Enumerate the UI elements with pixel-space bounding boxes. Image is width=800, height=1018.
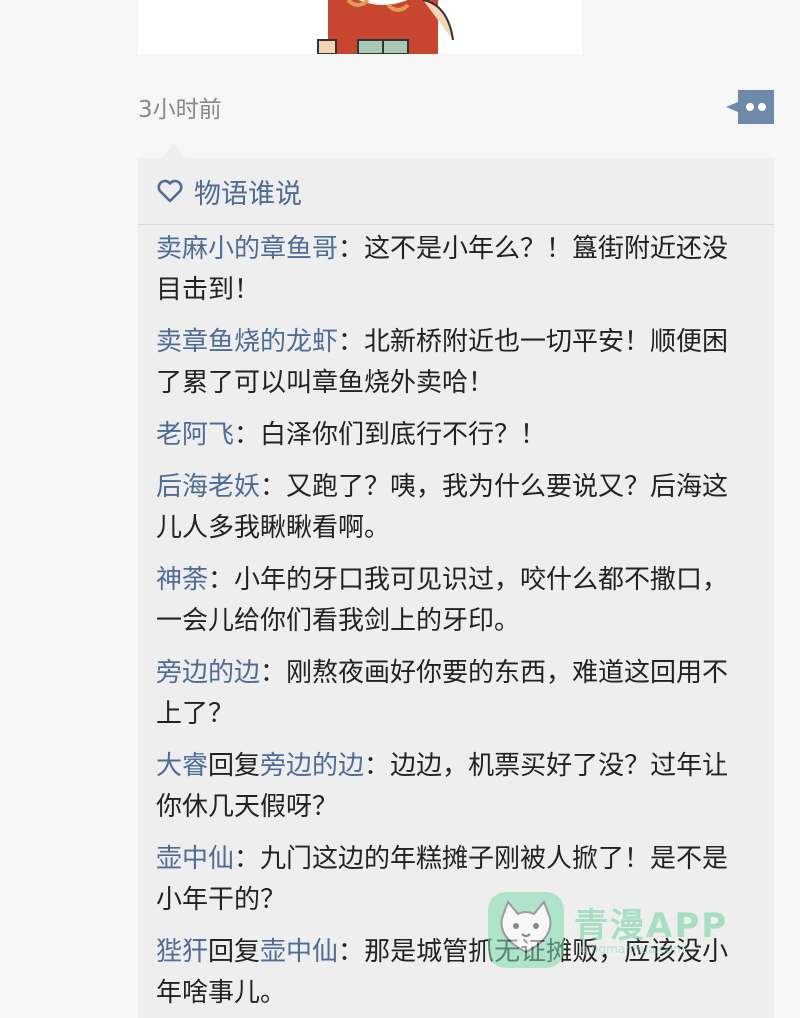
separator: ：: [338, 234, 365, 264]
reply-item[interactable]: 狴犴回复壶中仙：那是城管抓无证摊贩，应该没小年啥事儿。: [156, 932, 754, 1014]
comment-item[interactable]: 神荼：小年的牙口我可见识过，咬什么都不撒口，一会儿给你们看我剑上的牙印。: [156, 560, 754, 642]
post-timestamp: 3小时前: [138, 97, 222, 123]
heart-icon[interactable]: [156, 177, 184, 205]
reply-target-name[interactable]: 旁边的边: [260, 751, 364, 781]
comments-card: 物语谁说 卖麻小的章鱼哥：这不是小年么？！簋街附近还没目击到！ 卖章鱼烧的龙虾：…: [138, 158, 774, 1018]
separator: ：: [338, 327, 365, 357]
comment-list: 卖麻小的章鱼哥：这不是小年么？！簋街附近还没目击到！ 卖章鱼烧的龙虾：北新桥附近…: [138, 225, 774, 1014]
comment-item[interactable]: 旁边的边：刚熬夜画好你要的东西，难道这回用不上了？: [156, 653, 754, 735]
separator: ：: [208, 565, 235, 595]
commenter-name[interactable]: 卖章鱼烧的龙虾: [156, 327, 338, 357]
liked-by-names[interactable]: 物语谁说: [194, 172, 302, 211]
commenter-name[interactable]: 老阿飞: [156, 420, 234, 450]
separator: ：: [260, 658, 287, 688]
comment-button[interactable]: [726, 90, 774, 124]
commenter-name[interactable]: 大睿: [156, 751, 208, 781]
commenter-name[interactable]: 卖麻小的章鱼哥: [156, 234, 338, 264]
separator: ：: [364, 751, 391, 781]
comment-item[interactable]: 卖麻小的章鱼哥：这不是小年么？！簋街附近还没目击到！: [156, 229, 754, 311]
commenter-name[interactable]: 神荼: [156, 565, 208, 595]
comment-item[interactable]: 卖章鱼烧的龙虾：北新桥附近也一切平安！顺便困了累了可以叫章鱼烧外卖哈！: [156, 322, 754, 404]
reply-label: 回复: [208, 937, 261, 967]
separator: ：: [260, 472, 287, 502]
separator: ：: [338, 937, 365, 967]
post-image[interactable]: [138, 0, 582, 54]
card-notch: [162, 144, 186, 158]
commenter-name[interactable]: 后海老妖: [156, 472, 260, 502]
commenter-name[interactable]: 壶中仙: [156, 844, 234, 874]
separator: ：: [234, 420, 261, 450]
commenter-name[interactable]: 旁边的边: [156, 658, 260, 688]
separator: ：: [234, 844, 261, 874]
reply-target-name[interactable]: 壶中仙: [260, 937, 338, 967]
commenter-name[interactable]: 狴犴: [156, 937, 208, 967]
character-illustration: [317, 0, 454, 54]
reply-label: 回复: [208, 751, 261, 781]
comment-text: 白泽你们到底行不行？！: [260, 420, 547, 450]
comment-item[interactable]: 壶中仙：九门这边的年糕摊子刚被人掀了！是不是小年干的？: [156, 839, 754, 921]
comment-text: 小年的牙口我可见识过，咬什么都不撒口，一会儿给你们看我剑上的牙印。: [156, 565, 729, 636]
comment-item[interactable]: 后海老妖：又跑了？咦，我为什么要说又？后海这儿人多我瞅瞅看啊。: [156, 467, 754, 549]
likes-header: 物语谁说: [138, 158, 774, 225]
comment-bubble-icon: [726, 90, 774, 124]
reply-item[interactable]: 大睿回复旁边的边：边边，机票买好了没？过年让你休几天假呀？: [156, 746, 754, 828]
comment-item[interactable]: 老阿飞：白泽你们到底行不行？！: [156, 415, 754, 456]
